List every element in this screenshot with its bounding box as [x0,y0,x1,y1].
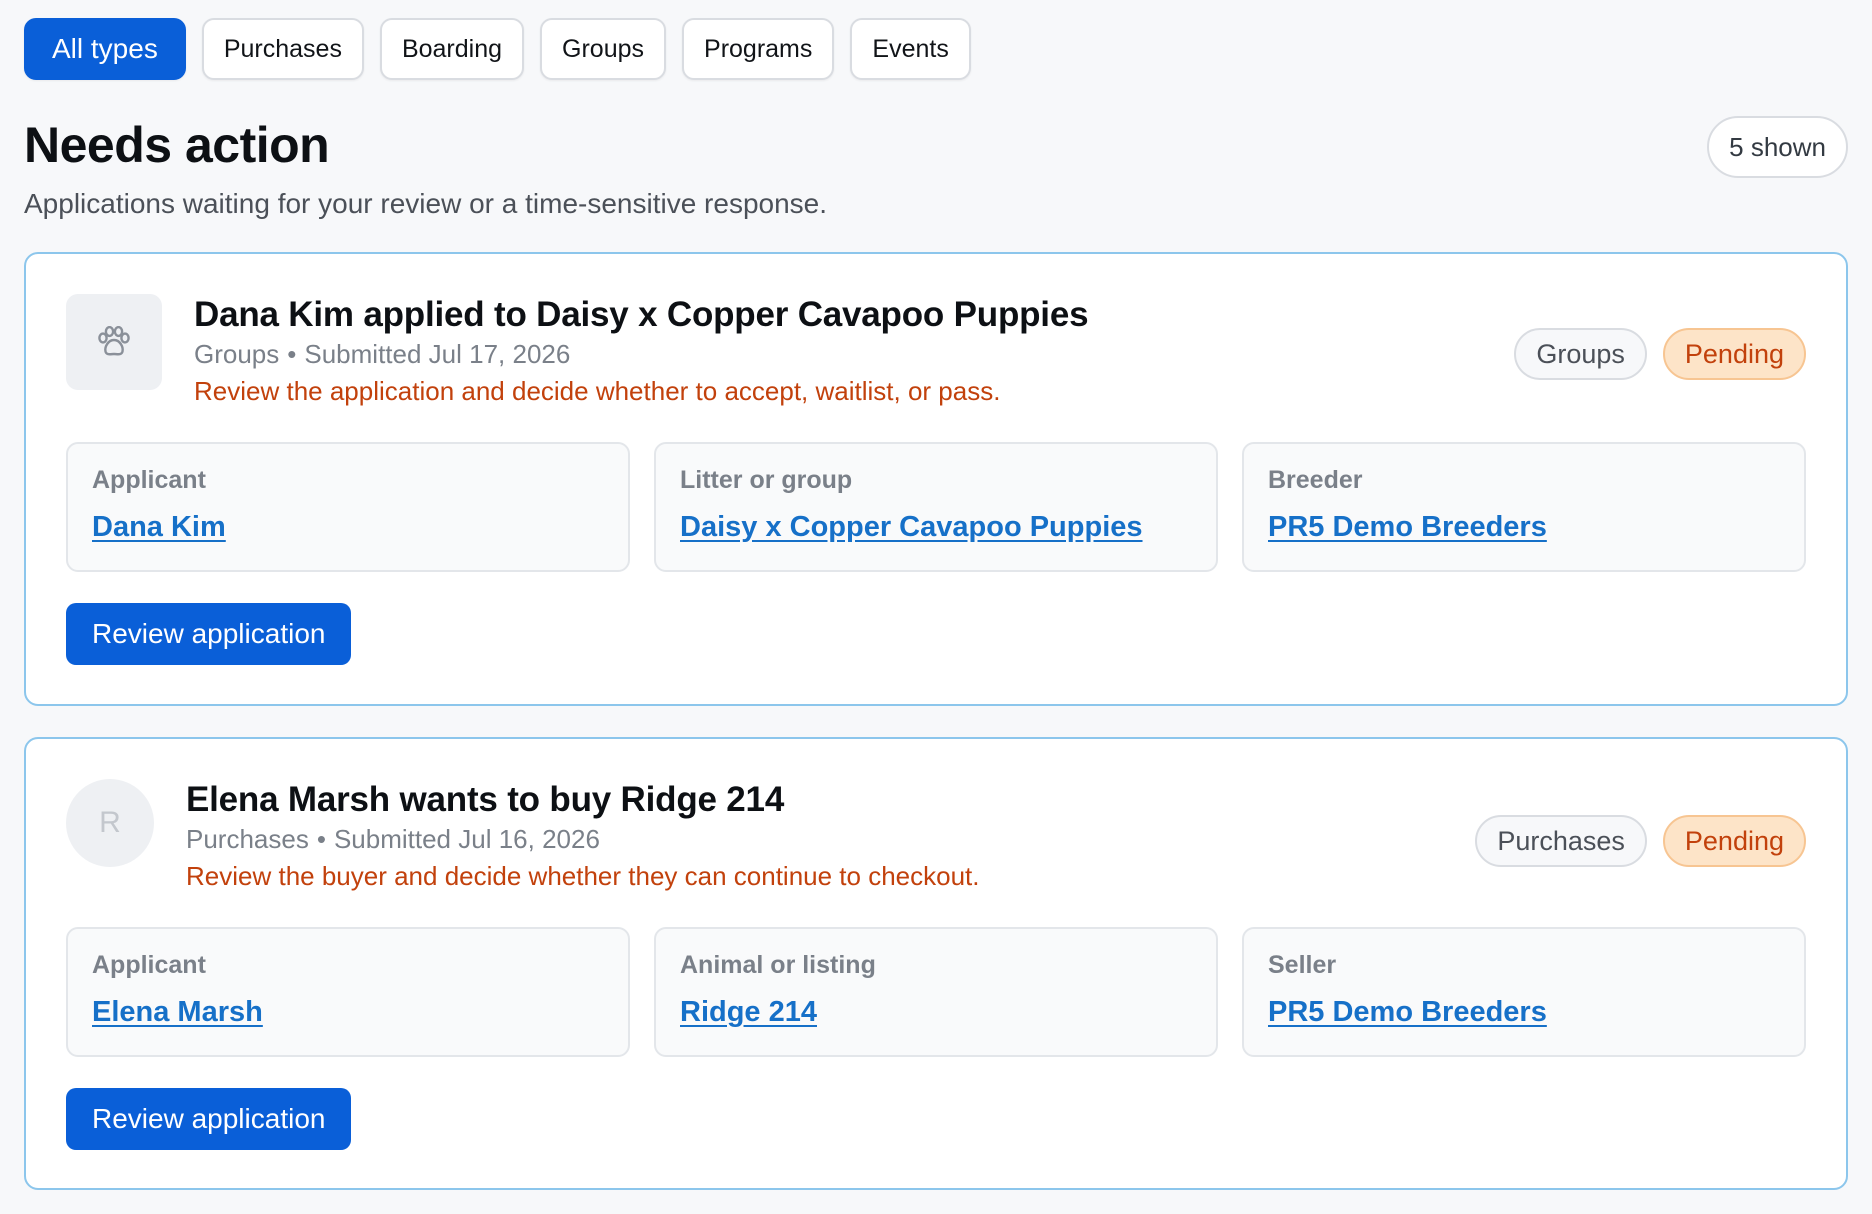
field-label: Litter or group [680,466,853,494]
applicant-link[interactable]: Dana Kim [92,511,226,544]
field-applicant: Applicant Dana Kim [66,442,630,572]
section-title: Needs action [24,117,330,173]
card-badges: Groups Pending [1514,328,1806,380]
paw-icon [66,294,162,390]
field-litter-or-group: Litter or group Daisy x Copper Cavapoo P… [654,442,1218,572]
type-filter-bar: All types Purchases Boarding Groups Prog… [24,18,1848,80]
field-breeder: Breeder PR5 Demo Breeders [1242,442,1806,572]
applications-page: All types Purchases Boarding Groups Prog… [0,0,1872,1214]
card-meta-submitted: Submitted Jul 16, 2026 [333,824,600,854]
review-application-button[interactable]: Review application [66,1088,352,1150]
listing-link[interactable]: Ridge 214 [680,996,817,1029]
card-title: Dana Kim applied to Daisy x Copper Cavap… [194,295,1089,334]
card-badges: Purchases Pending [1475,815,1806,867]
card-text: Dana Kim applied to Daisy x Copper Cavap… [194,294,1089,408]
card-header: Dana Kim applied to Daisy x Copper Cavap… [66,294,1806,424]
seller-link[interactable]: PR5 Demo Breeders [1268,996,1547,1029]
card-meta-type: Groups [194,339,280,369]
filter-boarding[interactable]: Boarding [379,18,525,80]
card-meta: Groups • Submitted Jul 17, 2026 [194,337,1088,371]
field-seller: Seller PR5 Demo Breeders [1242,927,1806,1057]
filter-purchases[interactable]: Purchases [201,18,364,80]
field-label: Breeder [1268,466,1363,494]
field-label: Seller [1268,951,1337,979]
status-badge: Pending [1662,328,1806,380]
breeder-link[interactable]: PR5 Demo Breeders [1268,511,1547,544]
card-meta-submitted: Submitted Jul 17, 2026 [304,339,571,369]
card-text: Elena Marsh wants to buy Ridge 214 Purch… [186,779,980,893]
type-badge: Purchases [1475,815,1647,867]
applicant-link[interactable]: Elena Marsh [92,996,263,1029]
status-badge: Pending [1662,815,1806,867]
field-label: Animal or listing [680,951,876,979]
litter-link[interactable]: Daisy x Copper Cavapoo Puppies [680,511,1143,544]
card-title: Elena Marsh wants to buy Ridge 214 [186,780,785,819]
needs-action-header: Needs action Applications waiting for yo… [24,116,1848,246]
card-header: R Elena Marsh wants to buy Ridge 214 Pur… [66,779,1806,909]
section-subtitle: Applications waiting for your review or … [24,188,828,219]
meta-separator: • [316,824,326,854]
filter-events[interactable]: Events [850,18,971,80]
field-animal-or-listing: Animal or listing Ridge 214 [654,927,1218,1057]
application-card: Dana Kim applied to Daisy x Copper Cavap… [24,252,1848,706]
filter-all-types[interactable]: All types [24,18,186,80]
card-meta: Purchases • Submitted Jul 16, 2026 [186,822,980,856]
field-label: Applicant [92,951,206,979]
field-applicant: Applicant Elena Marsh [66,927,630,1057]
card-fields: Applicant Elena Marsh Animal or listing … [66,927,1806,1057]
review-application-button[interactable]: Review application [66,603,352,665]
field-label: Applicant [92,466,206,494]
type-badge: Groups [1514,328,1647,380]
application-card: R Elena Marsh wants to buy Ridge 214 Pur… [24,737,1848,1190]
filter-programs[interactable]: Programs [682,18,835,80]
meta-separator: • [287,339,297,369]
filter-groups[interactable]: Groups [540,18,667,80]
card-fields: Applicant Dana Kim Litter or group Daisy… [66,442,1806,572]
shown-count-badge: 5 shown [1707,116,1848,178]
avatar: R [66,779,154,867]
card-action-note: Review the application and decide whethe… [194,376,1001,406]
card-meta-type: Purchases [186,824,309,854]
card-action-note: Review the buyer and decide whether they… [186,861,980,891]
